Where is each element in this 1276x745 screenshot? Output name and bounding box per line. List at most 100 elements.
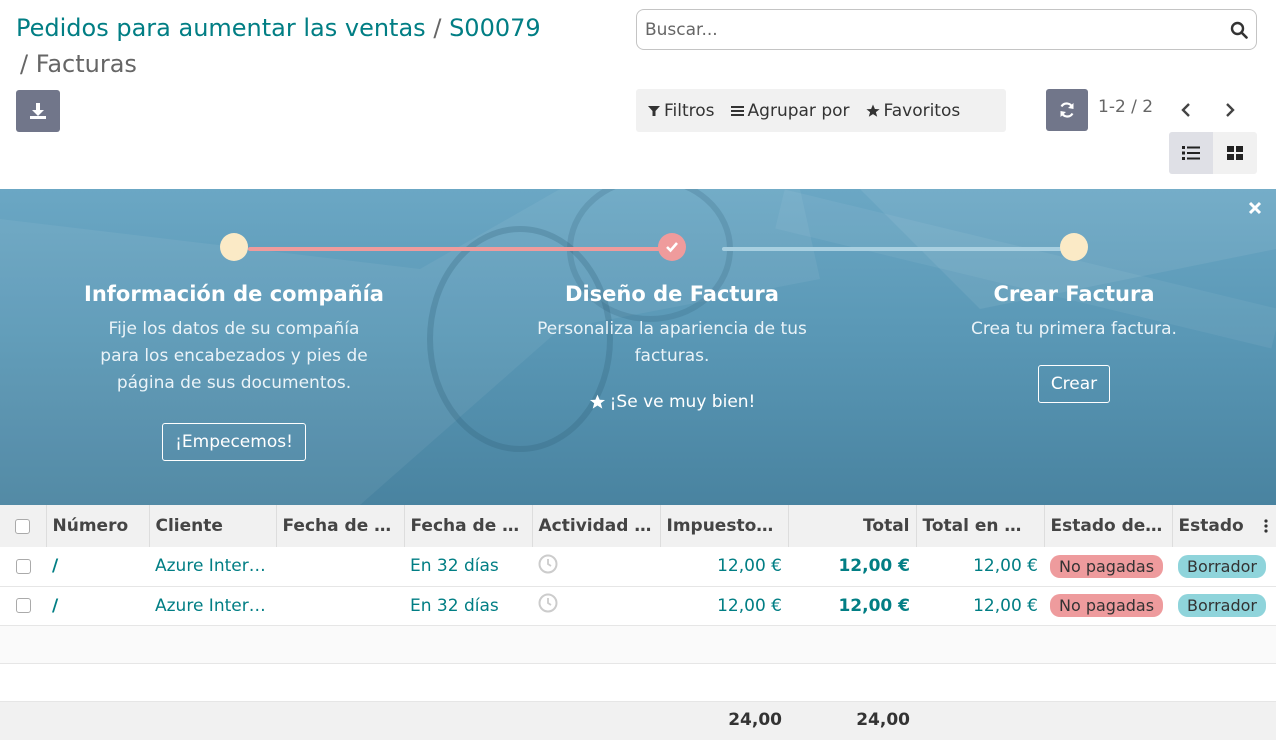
step-1-marker (220, 233, 248, 261)
status-badge: No pagadas (1050, 594, 1164, 617)
search-options: Filtros Agrupar por Favoritos (636, 89, 1006, 132)
step-description: Personaliza la apariencia de tus factura… (537, 319, 807, 366)
cell-payment-state[interactable]: No pagadas (1044, 547, 1172, 586)
cell-tax-excluded[interactable]: 12,00 € (660, 547, 788, 586)
view-switcher (1169, 132, 1257, 174)
chevron-right-icon (1226, 103, 1235, 117)
favorites-button[interactable]: Favoritos (865, 100, 961, 121)
empty-row (0, 625, 1276, 664)
close-icon[interactable] (1246, 199, 1264, 217)
search-icon[interactable] (1230, 21, 1248, 39)
step-title: Información de compañía (84, 282, 384, 306)
step-done-message: ¡Se ve muy bien! (512, 392, 832, 412)
kanban-view-button[interactable] (1213, 132, 1257, 174)
column-header-total-currency[interactable]: Total en moneda (916, 505, 1045, 547)
table-row[interactable]: / Azure Interior En 32 días 12,00 € 12,0… (0, 547, 1276, 586)
select-all-checkbox[interactable] (15, 518, 31, 534)
refresh-icon (1060, 102, 1074, 118)
chevron-left-icon (1181, 103, 1190, 117)
cell-client[interactable]: Azure Interior (149, 586, 276, 625)
cell-total-currency[interactable]: 12,00 € (916, 547, 1044, 586)
step-create-invoice: Crear Factura Crea tu primera factura. C… (914, 282, 1234, 403)
cell-next-activity[interactable] (532, 547, 660, 586)
group-by-label: Agrupar por (747, 100, 850, 121)
invoice-list: Número Cliente Fecha de factura Fecha de… (0, 505, 1276, 740)
pager-previous-button[interactable] (1176, 96, 1196, 124)
cell-invoice-date[interactable] (276, 547, 404, 586)
select-all-cell (0, 505, 47, 547)
cell-due-date[interactable]: En 32 días (404, 547, 532, 586)
start-button[interactable]: ¡Empecemos! (162, 423, 306, 461)
check-icon (666, 242, 678, 253)
search-bar (636, 9, 1257, 50)
column-header-tax-excluded[interactable]: Impuestos no incluidos (660, 505, 789, 547)
download-button[interactable] (16, 90, 60, 132)
list-view-button[interactable] (1169, 132, 1213, 174)
table-header-row: Número Cliente Fecha de factura Fecha de… (0, 505, 1276, 547)
cell-state[interactable]: Borrador (1172, 547, 1276, 586)
column-header-client[interactable]: Cliente (149, 505, 277, 547)
breadcrumb-link-order-number[interactable]: S00079 (449, 14, 541, 42)
column-header-total[interactable]: Total (788, 505, 917, 547)
total-amount: 24,00 (856, 709, 910, 730)
progress-line-done (248, 247, 660, 251)
breadcrumb-link-sales-order[interactable]: Pedidos para aumentar las ventas (16, 14, 426, 42)
row-checkbox[interactable] (15, 598, 31, 613)
status-badge: No pagadas (1050, 554, 1164, 578)
cell-number[interactable]: / (46, 586, 149, 625)
optional-columns-icon[interactable] (1264, 519, 1268, 533)
cell-total[interactable]: 12,00 € (788, 586, 916, 625)
search-input[interactable] (645, 19, 1230, 40)
progress-line-pending (722, 247, 1062, 251)
column-header-number[interactable]: Número (46, 505, 150, 547)
done-message-text: ¡Se ve muy bien! (609, 392, 756, 412)
star-icon (865, 104, 880, 117)
filters-button[interactable]: Filtros (648, 101, 715, 121)
status-badge: Borrador (1178, 594, 1266, 617)
pager-value[interactable]: 1-2 / 2 (1098, 97, 1153, 117)
invoice-table: Número Cliente Fecha de factura Fecha de… (0, 505, 1276, 626)
column-header-payment-state[interactable]: Estado de pago (1044, 505, 1173, 547)
clock-icon[interactable] (538, 593, 558, 613)
step-title: Diseño de Factura (565, 282, 779, 306)
cell-client[interactable]: Azure Interior (149, 547, 276, 586)
row-select-cell (0, 586, 46, 625)
pager-next-button[interactable] (1220, 96, 1240, 124)
column-header-due-date[interactable]: Fecha de vencimiento (404, 505, 533, 547)
column-header-state[interactable]: Estado (1172, 505, 1276, 547)
column-header-state-label: Estado (1178, 516, 1244, 536)
row-checkbox[interactable] (15, 558, 31, 574)
cell-number[interactable]: / (46, 547, 149, 586)
column-header-next-activity[interactable]: Actividad siguiente (532, 505, 661, 547)
star-icon (589, 394, 605, 409)
cell-payment-state[interactable]: No pagadas (1044, 586, 1172, 625)
cell-tax-excluded[interactable]: 12,00 € (660, 586, 788, 625)
cell-due-date[interactable]: En 32 días (404, 586, 532, 625)
list-icon (1182, 146, 1200, 160)
bars-icon (730, 105, 744, 116)
refresh-button[interactable] (1046, 89, 1088, 131)
step-3-marker (1060, 233, 1088, 261)
favorites-label: Favoritos (883, 100, 961, 121)
clock-icon[interactable] (538, 554, 558, 574)
step-description: Crea tu primera factura. (971, 319, 1177, 339)
breadcrumb: Pedidos para aumentar las ventas / S0007… (16, 10, 541, 82)
step-2-marker (658, 233, 686, 261)
cell-total[interactable]: 12,00 € (788, 547, 916, 586)
cell-total-currency[interactable]: 12,00 € (916, 586, 1044, 625)
breadcrumb-current: Facturas (35, 50, 137, 78)
create-button[interactable]: Crear (1037, 365, 1111, 403)
step-company-info: Información de compañía Fije los datos d… (74, 282, 394, 461)
download-icon (30, 103, 46, 119)
breadcrumb-separator: / (433, 14, 442, 42)
column-header-invoice-date[interactable]: Fecha de factura (276, 505, 405, 547)
step-title: Crear Factura (993, 282, 1155, 306)
table-row[interactable]: / Azure Interior En 32 días 12,00 € 12,0… (0, 586, 1276, 625)
step-description: Fije los datos de su compañía para los e… (100, 319, 368, 393)
cell-state[interactable]: Borrador (1172, 586, 1276, 625)
group-by-button[interactable]: Agrupar por (730, 100, 850, 121)
cell-next-activity[interactable] (532, 586, 660, 625)
cell-invoice-date[interactable] (276, 586, 404, 625)
status-badge: Borrador (1178, 554, 1266, 578)
step-invoice-layout: Diseño de Factura Personaliza la aparien… (512, 282, 832, 412)
